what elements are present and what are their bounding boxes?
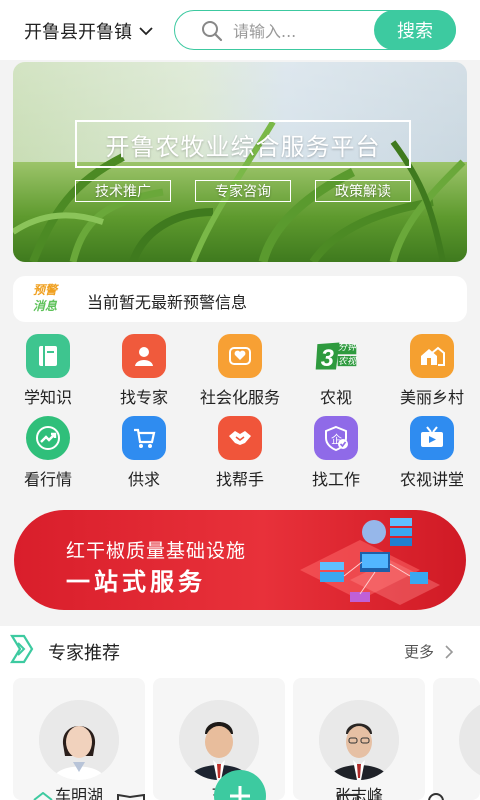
search-input[interactable] xyxy=(233,19,363,43)
search-button[interactable]: 搜索 xyxy=(374,10,456,50)
promo-line2: 一站式服务 xyxy=(66,568,206,596)
cart-icon xyxy=(122,416,166,460)
service-label: 找工作 xyxy=(311,470,360,489)
book-tab-icon[interactable] xyxy=(116,794,146,800)
chevron-right-icon xyxy=(445,644,454,659)
video-badge-top: 分钟 xyxy=(338,343,357,353)
avatar xyxy=(319,700,399,780)
promo-banner[interactable]: 红干椒质量基础设施 一站式服务 xyxy=(14,510,466,610)
search-icon xyxy=(202,21,223,42)
plus-icon xyxy=(230,786,250,800)
avatar xyxy=(179,700,259,780)
warning-badge-line1: 预警 xyxy=(33,283,58,297)
tv-icon xyxy=(410,416,454,460)
3min-video-icon: 3 分钟 农视 xyxy=(314,334,358,378)
chevron-down-icon xyxy=(139,27,153,36)
service-label: 学知识 xyxy=(23,388,72,407)
section-title: 专家推荐 xyxy=(48,643,120,664)
video-badge-bottom: 农视 xyxy=(338,357,357,367)
search-bar: 搜索 xyxy=(174,10,456,50)
service-label: 美丽乡村 xyxy=(399,388,464,407)
service-learn[interactable]: 学知识 xyxy=(0,334,96,410)
banner-tags: 技术推广 专家咨询 政策解读 xyxy=(75,180,411,202)
service-label: 找帮手 xyxy=(215,470,264,489)
infrastructure-illustration xyxy=(300,518,440,605)
warning-badge: 预警 消息 xyxy=(33,282,71,316)
service-label: 社会化服务 xyxy=(199,388,280,407)
header: 开鲁县开鲁镇 搜索 xyxy=(0,0,480,60)
service-label: 农视 xyxy=(319,388,352,407)
location-selector[interactable]: 开鲁县开鲁镇 xyxy=(24,18,154,44)
service-label: 看行情 xyxy=(23,470,72,489)
expert-card-partial[interactable] xyxy=(433,678,480,800)
location-label: 开鲁县开鲁镇 xyxy=(24,22,132,43)
handshake-icon xyxy=(218,416,262,460)
expert-icon xyxy=(122,334,166,378)
home-icon[interactable] xyxy=(32,792,54,800)
service-label: 农视讲堂 xyxy=(399,470,464,489)
heart-icon xyxy=(218,334,262,378)
warning-message: 当前暂无最新预警信息 xyxy=(87,293,248,312)
trend-icon xyxy=(26,416,70,460)
svg-text:3: 3 xyxy=(321,346,334,372)
warning-badge-line2: 消息 xyxy=(33,299,58,313)
expert-card[interactable]: 车明湖 xyxy=(13,678,145,800)
service-helper[interactable]: 找帮手 xyxy=(192,416,288,492)
service-village[interactable]: 美丽乡村 xyxy=(384,334,480,410)
more-link[interactable]: 更多 xyxy=(404,641,454,662)
expert-card[interactable]: 张志峰 xyxy=(293,678,425,800)
service-market[interactable]: 看行情 xyxy=(0,416,96,492)
book-icon xyxy=(26,334,70,378)
avatar xyxy=(39,700,119,780)
service-social[interactable]: 社会化服务 xyxy=(192,334,288,410)
service-expert[interactable]: 找专家 xyxy=(96,334,192,410)
service-grid: 学知识 找专家 社会化服务 3 分钟 农视 农视 美丽乡村 看行情 供求 找帮手… xyxy=(0,334,480,494)
banner-title: 开鲁农牧业综合服务平台 xyxy=(75,120,411,168)
warning-bar[interactable]: 预警 消息 当前暂无最新预警信息 xyxy=(13,276,467,322)
banner-tag-policy[interactable]: 政策解读 xyxy=(315,180,411,202)
banner-tag-tech[interactable]: 技术推广 xyxy=(75,180,171,202)
more-label: 更多 xyxy=(404,643,435,661)
service-video[interactable]: 3 分钟 农视 农视 xyxy=(288,334,384,410)
house-icon xyxy=(410,334,454,378)
service-label: 找专家 xyxy=(119,388,168,407)
promo-line1: 红干椒质量基础设施 xyxy=(66,540,247,562)
avatar xyxy=(459,700,480,780)
service-label: 供求 xyxy=(127,470,160,489)
service-lecture[interactable]: 农视讲堂 xyxy=(384,416,480,492)
message-tab-icon[interactable] xyxy=(336,794,360,800)
service-supply[interactable]: 供求 xyxy=(96,416,192,492)
banner-tag-expert[interactable]: 专家咨询 xyxy=(195,180,291,202)
section-logo-icon xyxy=(10,634,34,664)
banner[interactable]: 开鲁农牧业综合服务平台 技术推广 专家咨询 政策解读 xyxy=(13,62,467,262)
service-job[interactable]: 企 找工作 xyxy=(288,416,384,492)
job-icon: 企 xyxy=(314,416,358,460)
profile-tab-icon[interactable] xyxy=(424,792,448,800)
